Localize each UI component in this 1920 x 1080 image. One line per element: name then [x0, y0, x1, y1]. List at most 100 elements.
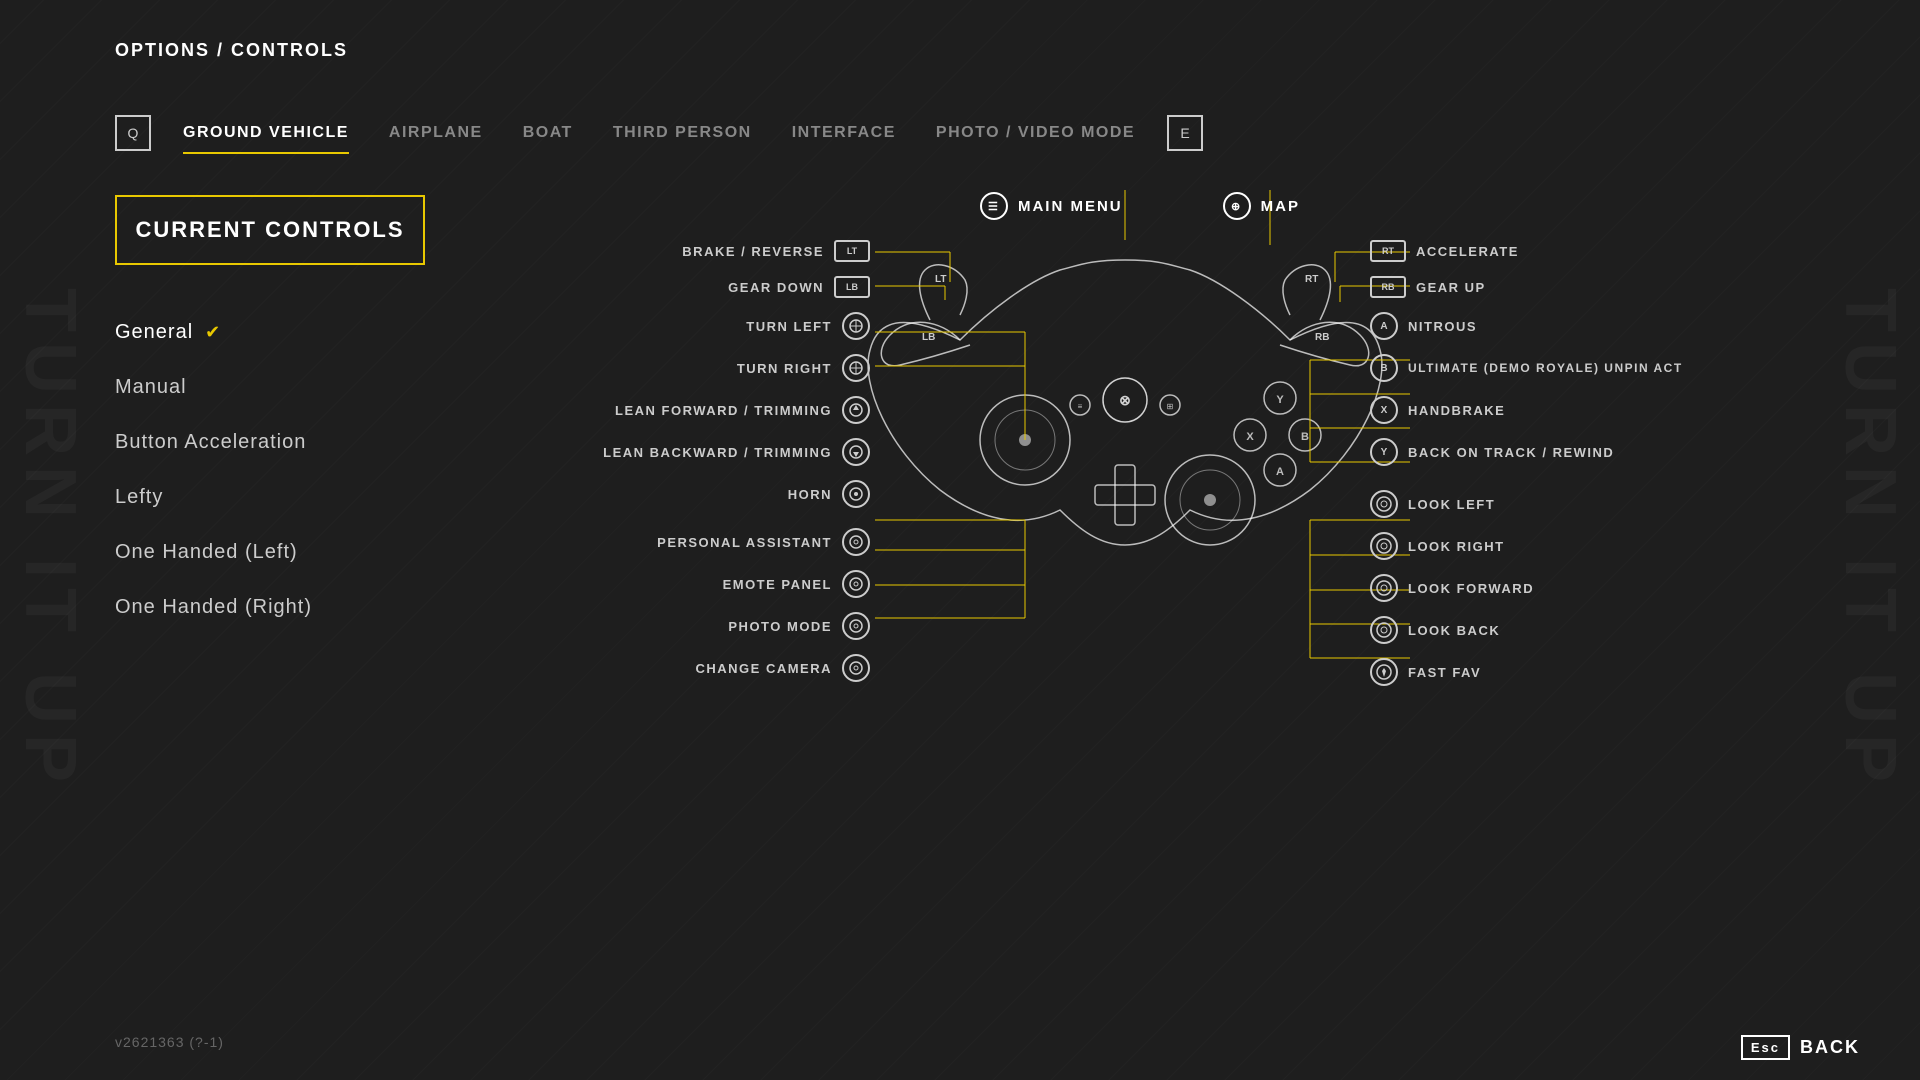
- svg-text:RB: RB: [1315, 332, 1329, 343]
- look-back-label: LOOK BACK: [1408, 623, 1500, 638]
- tab-interface[interactable]: INTERFACE: [772, 116, 916, 150]
- turn-left-row: TURN LEFT: [490, 312, 870, 340]
- fast-fav-label: FAST FAV: [1408, 665, 1481, 680]
- fast-fav-row: FAST FAV: [1370, 658, 1790, 686]
- svg-text:A: A: [1276, 466, 1284, 478]
- look-back-icon: [1370, 616, 1398, 644]
- handbrake-icon: X: [1370, 396, 1398, 424]
- nitrous-row: A NITROUS: [1370, 312, 1790, 340]
- look-left-icon: [1370, 490, 1398, 518]
- right-controls: RT ACCELERATE RB GEAR UP A NITROUS B ULT…: [1370, 240, 1790, 704]
- svg-text:B: B: [1301, 431, 1309, 443]
- breadcrumb-prefix: OPTIONS /: [115, 40, 231, 60]
- back-on-track-icon: Y: [1370, 438, 1398, 466]
- brake-reverse-label: BRAKE / REVERSE: [682, 244, 824, 259]
- svg-text:Y: Y: [1276, 394, 1284, 406]
- horn-row: HORN: [490, 480, 870, 508]
- lean-backward-icon: [842, 438, 870, 466]
- horn-icon: [842, 480, 870, 508]
- look-right-icon: [1370, 532, 1398, 560]
- lefty-label: Lefty: [115, 486, 163, 509]
- back-label: BACK: [1800, 1037, 1860, 1058]
- preset-general[interactable]: General ✔: [115, 305, 312, 360]
- turn-left-icon: [842, 312, 870, 340]
- svg-text:≡: ≡: [1078, 402, 1083, 411]
- preset-one-handed-right[interactable]: One Handed (Right): [115, 580, 312, 635]
- accelerate-icon: RT: [1370, 240, 1406, 262]
- general-checkmark: ✔: [205, 322, 221, 343]
- change-camera-row: CHANGE CAMERA: [490, 654, 870, 682]
- personal-assistant-icon: [842, 528, 870, 556]
- lean-backward-label: LEAN BACKWARD / TRIMMING: [603, 445, 832, 460]
- turn-right-label: TURN RIGHT: [737, 361, 832, 376]
- look-left-label: LOOK LEFT: [1408, 497, 1495, 512]
- one-handed-right-label: One Handed (Right): [115, 596, 312, 619]
- nitrous-icon: A: [1370, 312, 1398, 340]
- preset-lefty[interactable]: Lefty: [115, 470, 312, 525]
- one-handed-left-label: One Handed (Left): [115, 541, 298, 564]
- photo-mode-label: PHOTO MODE: [728, 619, 832, 634]
- emote-panel-row: EMOTE PANEL: [490, 570, 870, 598]
- tab-airplane[interactable]: AIRPLANE: [369, 116, 503, 150]
- look-forward-row: LOOK FORWARD: [1370, 574, 1790, 602]
- change-camera-icon: [842, 654, 870, 682]
- version-text: v2621363 (?-1): [115, 1034, 224, 1050]
- tab-third-person[interactable]: THIRD PERSON: [593, 116, 772, 150]
- accelerate-label: ACCELERATE: [1416, 244, 1519, 259]
- look-forward-icon: [1370, 574, 1398, 602]
- gear-down-label: GEAR DOWN: [728, 280, 824, 295]
- gear-down-row: GEAR DOWN LB: [490, 276, 870, 298]
- ultimate-icon: B: [1370, 354, 1398, 382]
- tab-photo-video[interactable]: PHOTO / VIDEO MODE: [916, 116, 1155, 150]
- breadcrumb: OPTIONS / CONTROLS: [115, 40, 348, 61]
- general-label: General: [115, 321, 193, 344]
- current-controls-button[interactable]: CURRENT CONTROLS: [115, 195, 425, 265]
- left-controls: BRAKE / REVERSE LT GEAR DOWN LB TURN LEF…: [490, 240, 870, 700]
- svg-text:RT: RT: [1305, 274, 1318, 285]
- preset-one-handed-left[interactable]: One Handed (Left): [115, 525, 312, 580]
- emote-panel-icon: [842, 570, 870, 598]
- button-acceleration-label: Button Acceleration: [115, 431, 306, 454]
- map-icon: ⊕: [1223, 192, 1251, 220]
- turn-right-icon: [842, 354, 870, 382]
- main-menu-text: MAIN MENU: [1018, 198, 1123, 215]
- horn-label: HORN: [788, 487, 832, 502]
- lean-forward-label: LEAN FORWARD / TRIMMING: [615, 403, 832, 418]
- lean-backward-row: LEAN BACKWARD / TRIMMING: [490, 438, 870, 466]
- fast-fav-icon: [1370, 658, 1398, 686]
- map-text: MAP: [1261, 198, 1300, 215]
- look-right-label: LOOK RIGHT: [1408, 539, 1505, 554]
- esc-key[interactable]: Esc: [1741, 1035, 1790, 1060]
- turn-right-row: TURN RIGHT: [490, 354, 870, 382]
- svg-text:LB: LB: [922, 332, 935, 343]
- emote-panel-label: EMOTE PANEL: [723, 577, 832, 592]
- tab-boat[interactable]: BOAT: [503, 116, 593, 150]
- tab-ground-vehicle[interactable]: GROUND VEHICLE: [163, 116, 369, 150]
- tab-left-bracket[interactable]: Q: [115, 115, 151, 151]
- back-button[interactable]: Esc BACK: [1741, 1035, 1860, 1060]
- look-left-row: LOOK LEFT: [1370, 490, 1790, 518]
- brake-reverse-row: BRAKE / REVERSE LT: [490, 240, 870, 262]
- ultimate-row: B ULTIMATE (DEMO ROYALE) UNPIN ACT: [1370, 354, 1790, 382]
- personal-assistant-row: PERSONAL ASSISTANT: [490, 528, 870, 556]
- look-right-row: LOOK RIGHT: [1370, 532, 1790, 560]
- gear-up-label: GEAR UP: [1416, 280, 1486, 295]
- preset-button-acceleration[interactable]: Button Acceleration: [115, 415, 312, 470]
- svg-text:⊞: ⊞: [1167, 402, 1174, 411]
- tab-right-bracket[interactable]: E: [1167, 115, 1203, 151]
- preset-list: General ✔ Manual Button Acceleration Lef…: [115, 305, 312, 635]
- ultimate-label: ULTIMATE (DEMO ROYALE) UNPIN ACT: [1408, 361, 1683, 375]
- gear-up-icon: RB: [1370, 276, 1406, 298]
- main-menu-label: ☰ MAIN MENU: [980, 192, 1123, 220]
- map-label: ⊕ MAP: [1223, 192, 1300, 220]
- accelerate-row: RT ACCELERATE: [1370, 240, 1790, 262]
- svg-text:LT: LT: [935, 274, 946, 285]
- preset-manual[interactable]: Manual: [115, 360, 312, 415]
- controller-outline: LT RT LB RB ⊗: [868, 260, 1382, 545]
- lean-forward-row: LEAN FORWARD / TRIMMING: [490, 396, 870, 424]
- gear-up-row: RB GEAR UP: [1370, 276, 1790, 298]
- photo-mode-row: PHOTO MODE: [490, 612, 870, 640]
- brake-reverse-icon: LT: [834, 240, 870, 262]
- back-on-track-label: BACK ON TRACK / REWIND: [1408, 445, 1614, 460]
- tab-bar: Q GROUND VEHICLE AIRPLANE BOAT THIRD PER…: [115, 115, 1203, 151]
